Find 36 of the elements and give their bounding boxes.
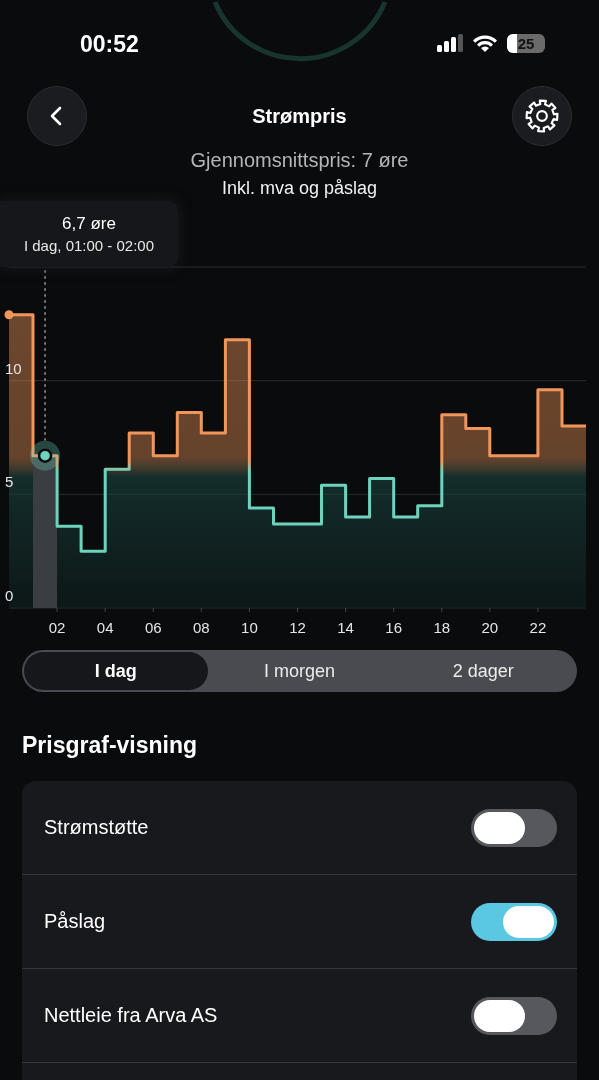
x-axis-label: 10 (241, 619, 258, 636)
setting-label: Nettleie fra Arva AS (44, 1004, 218, 1027)
settings-icon (525, 99, 559, 133)
y-axis-label: 10 (5, 359, 22, 377)
x-axis-label: 02 (48, 619, 66, 636)
x-axis-label: 20 (481, 619, 499, 636)
price-note: Inkl. mva og påslag (221, 178, 378, 199)
x-axis-label: 12 (289, 619, 306, 636)
period-tab[interactable]: 2 dager (391, 652, 575, 690)
x-axis-label: 06 (144, 619, 162, 636)
x-axis-label: 18 (433, 619, 451, 636)
x-axis-label: 16 (385, 619, 402, 636)
setting-label: Påslag (44, 910, 106, 933)
battery-icon: 25 (507, 33, 545, 53)
average-price: Gjennomsnittspris: 7 øre (190, 149, 409, 172)
period-tab[interactable]: I morgen (207, 652, 392, 690)
x-axis-label: 14 (337, 619, 354, 636)
toggle-switch[interactable] (471, 902, 557, 941)
setting-label: Strømstøtte (44, 816, 149, 839)
signal-icon (437, 34, 463, 52)
x-axis-label: 08 (193, 619, 210, 636)
tooltip-period: I dag, 01:00 - 02:00 (23, 237, 155, 254)
y-axis-label: 5 (5, 473, 14, 491)
start-dot (4, 310, 14, 320)
toggle-switch[interactable] (471, 996, 557, 1035)
section-heading: Prisgraf-visning (22, 732, 199, 759)
page-title: Strømpris (252, 104, 347, 128)
wifi-icon (472, 33, 498, 53)
x-axis-label: 22 (529, 619, 547, 636)
period-tab[interactable]: I dag (24, 652, 208, 690)
y-axis-label: 0 (5, 587, 14, 604)
tooltip-price: 6,7 øre (62, 214, 116, 234)
x-axis-label: 04 (96, 619, 114, 636)
toggle-switch[interactable] (471, 808, 557, 847)
status-time: 00:52 (80, 30, 139, 58)
selected-point-marker (30, 440, 61, 471)
